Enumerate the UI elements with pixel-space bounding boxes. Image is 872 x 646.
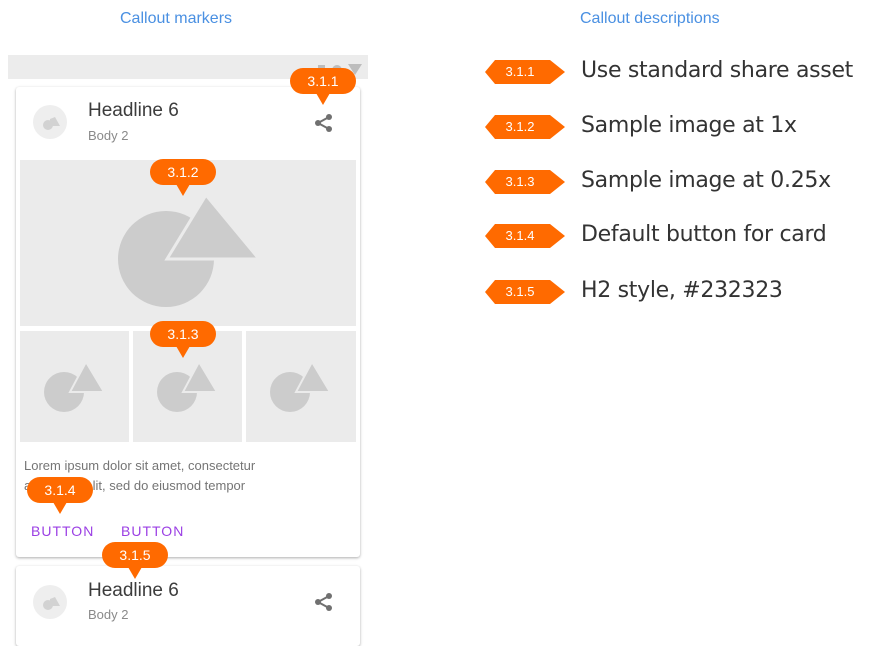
card-subtitle: Body 2 [88,128,129,143]
card-headline: Headline 6 [88,100,179,121]
callout-badge: 3.1.3 [485,170,565,194]
callout-marker: 3.1.2 [150,159,216,196]
card-headline: Headline 6 [88,580,179,601]
card-button[interactable]: BUTTON [121,523,184,539]
callout-description-text: Use standard share asset [581,58,854,83]
card-button[interactable]: BUTTON [31,523,94,539]
callout-badge: 3.1.5 [485,280,565,304]
callout-badge: 3.1.1 [485,60,565,84]
sample-image-small [20,331,129,442]
card-subtitle: Body 2 [88,607,129,622]
callout-badge-label: 3.1.2 [505,119,535,134]
callout-badge-label: 3.1.4 [505,228,535,243]
callout-badge: 3.1.4 [485,224,565,248]
image-placeholder-icon [44,359,106,412]
callout-marker: 3.1.3 [150,321,216,358]
supporting-text-line: Lorem ipsum dolor sit amet, consectetur [24,458,256,473]
callout-marker: 3.1.1 [290,68,356,105]
callout-badge-label: 3.1.3 [505,174,535,189]
callout-markers-title: Callout markers [120,10,233,27]
callout-description-text: Sample image at 0.25x [581,168,831,193]
avatar [33,585,67,619]
avatar-placeholder-icon [43,597,60,610]
callout-description-text: Default button for card [581,222,827,247]
sample-image-small [246,331,356,442]
callout-descriptions-title: Callout descriptions [580,10,720,27]
callout-marker: 3.1.4 [27,477,93,514]
callout-description-text: H2 style, #232323 [581,278,783,303]
callout-marker: 3.1.5 [102,542,168,579]
callout-badge-label: 3.1.5 [505,284,535,299]
callout-badge: 3.1.2 [485,115,565,139]
share-icon[interactable] [313,592,335,612]
image-placeholder-icon [270,359,332,412]
avatar [33,105,67,139]
card [16,566,360,646]
callout-badge-label: 3.1.1 [505,64,535,79]
avatar-placeholder-icon [43,117,60,130]
callout-description-text: Sample image at 1x [581,113,797,138]
share-icon[interactable] [313,113,335,133]
